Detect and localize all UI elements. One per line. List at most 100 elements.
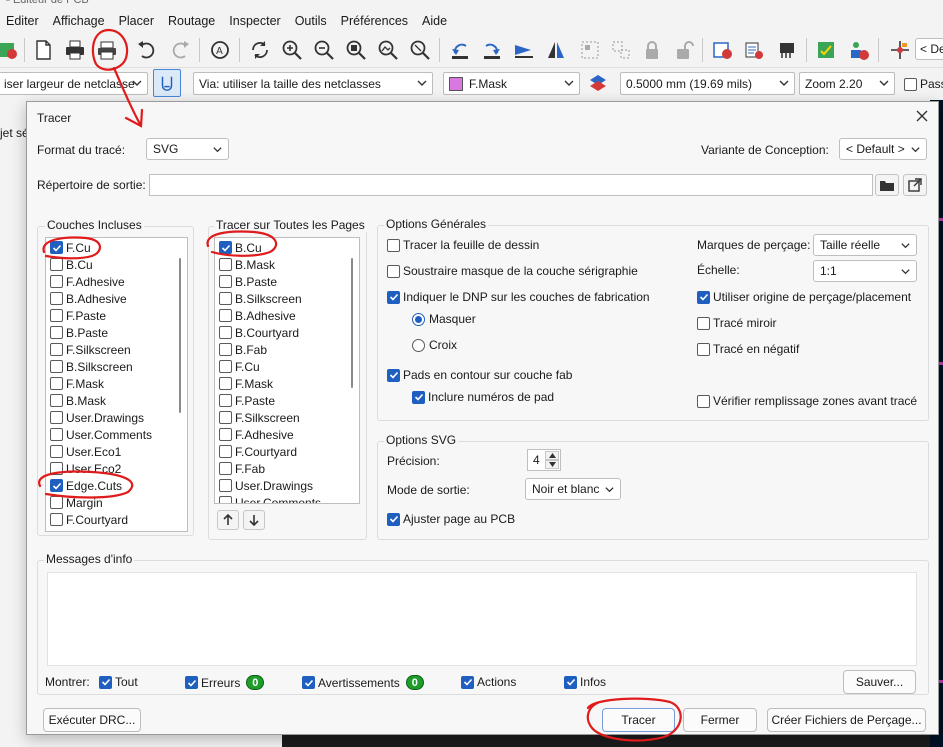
plot-icon[interactable] xyxy=(93,36,121,64)
radio-selected[interactable] xyxy=(412,312,425,326)
zoom-selection-icon[interactable] xyxy=(406,36,434,64)
zoom-in-icon[interactable] xyxy=(278,36,306,64)
negative-option[interactable]: Tracé en négatif xyxy=(697,342,799,356)
checkbox[interactable] xyxy=(50,309,63,322)
layer-list-item[interactable]: Edge.Cuts xyxy=(50,477,122,494)
filter-all[interactable]: Tout xyxy=(99,675,138,689)
rotate-cw-icon[interactable] xyxy=(478,36,506,64)
grid-select[interactable]: 0.5000 mm (19.69 mils) xyxy=(620,72,795,95)
checkbox[interactable] xyxy=(387,264,400,278)
board-setup-icon[interactable] xyxy=(0,36,22,64)
checkbox-checked[interactable] xyxy=(50,241,63,254)
checkbox[interactable] xyxy=(219,445,232,458)
zoom-fit-icon[interactable] xyxy=(342,36,370,64)
mirror-icon[interactable] xyxy=(542,36,570,64)
checkbox[interactable] xyxy=(219,428,232,441)
pad-outline-option[interactable]: Pads en contour sur couche fab xyxy=(387,368,572,382)
right-tab[interactable]: < De xyxy=(915,38,943,60)
layer-list-item[interactable]: B.Adhesive xyxy=(50,290,127,307)
lock-icon[interactable] xyxy=(638,36,666,64)
output-dir-input[interactable] xyxy=(149,174,873,196)
checkbox[interactable] xyxy=(219,326,232,339)
layer-list-item[interactable]: B.Mask xyxy=(219,256,275,273)
layer-list-item[interactable]: User.Eco1 xyxy=(50,443,121,460)
layer-list-item[interactable]: B.Mask xyxy=(50,392,106,409)
open-folder-button[interactable] xyxy=(903,174,927,196)
layer-list-item[interactable]: F.Paste xyxy=(219,392,275,409)
checkbox[interactable] xyxy=(50,445,63,458)
footprint-editor-icon[interactable] xyxy=(773,36,801,64)
layer-list-item[interactable]: F.Courtyard xyxy=(50,511,128,528)
checkbox[interactable] xyxy=(219,479,232,492)
scrollbar-thumb[interactable] xyxy=(351,258,353,388)
checkbox[interactable] xyxy=(219,292,232,305)
checkbox-checked[interactable] xyxy=(387,290,400,304)
run-drc-button[interactable]: Exécuter DRC... xyxy=(43,708,141,732)
layer-list-item[interactable]: User.Drawings xyxy=(50,409,144,426)
checkbox[interactable] xyxy=(50,428,63,441)
menu-routage[interactable]: Routage xyxy=(168,14,215,28)
check-zone-fill-option[interactable]: Vérifier remplissage zones avant tracé xyxy=(697,394,917,408)
checkbox[interactable] xyxy=(50,394,63,407)
close-icon[interactable] xyxy=(914,108,930,124)
checkbox[interactable] xyxy=(50,377,63,390)
filter-warnings[interactable]: Avertissements 0 xyxy=(302,675,424,690)
checkbox[interactable] xyxy=(50,513,63,526)
subtract-mask-option[interactable]: Soustraire masque de la couche sérigraph… xyxy=(387,264,638,278)
plot-button[interactable]: Tracer xyxy=(602,708,675,732)
layer-list-item[interactable]: B.Paste xyxy=(219,273,277,290)
drc-icon[interactable] xyxy=(812,36,840,64)
menu-affichage[interactable]: Affichage xyxy=(53,14,105,28)
scrollbar[interactable] xyxy=(349,240,355,492)
checkbox[interactable] xyxy=(219,360,232,373)
checkbox[interactable] xyxy=(219,462,232,475)
menu-aide[interactable]: Aide xyxy=(422,14,447,28)
refresh-icon[interactable] xyxy=(246,36,274,64)
track-width-select[interactable]: iser largeur de netclasse xyxy=(0,72,148,95)
scale-select[interactable]: 1:1 xyxy=(813,260,917,282)
find-icon[interactable]: A xyxy=(206,36,234,64)
layer-list-item[interactable]: B.Courtyard xyxy=(219,324,299,341)
layer-list-item[interactable]: F.Fab xyxy=(219,460,265,477)
layer-select[interactable]: F.Mask xyxy=(443,72,580,95)
design-check-icon[interactable] xyxy=(845,36,873,64)
checkbox-checked[interactable] xyxy=(99,675,112,689)
checkbox[interactable] xyxy=(697,342,710,356)
ungroup-icon[interactable] xyxy=(607,36,635,64)
variant-select[interactable]: < Default > xyxy=(839,138,927,160)
checkbox-checked[interactable] xyxy=(697,290,710,304)
rotate-ccw-icon[interactable] xyxy=(446,36,474,64)
layer-list-item[interactable]: User.Drawings xyxy=(219,477,313,494)
menu-outils[interactable]: Outils xyxy=(295,14,327,28)
scripting-icon[interactable] xyxy=(886,36,914,64)
checkbox[interactable] xyxy=(219,343,232,356)
use-aux-origin-option[interactable]: Utiliser origine de perçage/placement xyxy=(697,290,911,304)
checkbox[interactable] xyxy=(50,411,63,424)
output-mode-select[interactable]: Noir et blanc xyxy=(525,478,621,500)
format-select[interactable]: SVG xyxy=(146,138,229,160)
layer-list-item[interactable]: F.Silkscreen xyxy=(50,341,131,358)
hide-radio[interactable]: Masquer xyxy=(412,312,476,326)
zoom-out-icon[interactable] xyxy=(310,36,338,64)
pass-checkbox-box[interactable] xyxy=(904,77,917,91)
pad-numbers-option[interactable]: Inclure numéros de pad xyxy=(412,390,554,404)
close-button[interactable]: Fermer xyxy=(683,708,757,732)
included-layers-list[interactable]: F.Cu B.Cu F.Adhesive B.Adhesive F.Paste B.Pas… xyxy=(45,237,188,532)
layer-list-item[interactable]: B.Fab xyxy=(219,341,267,358)
precision-spinner[interactable]: 4 xyxy=(527,449,561,471)
checkbox[interactable] xyxy=(219,258,232,271)
scrollbar-thumb[interactable] xyxy=(179,258,181,413)
move-up-button[interactable] xyxy=(217,510,239,530)
drill-marks-select[interactable]: Taille réelle xyxy=(813,234,917,256)
checkbox[interactable] xyxy=(697,394,710,408)
checkbox-checked[interactable] xyxy=(185,676,198,689)
flip-icon[interactable] xyxy=(510,36,538,64)
checkbox[interactable] xyxy=(50,275,63,288)
checkbox[interactable] xyxy=(50,326,63,339)
layer-list-item[interactable]: User.Comments xyxy=(219,494,321,503)
checkbox-checked[interactable] xyxy=(219,241,232,254)
checkbox[interactable] xyxy=(219,394,232,407)
checkbox[interactable] xyxy=(50,360,63,373)
fit-page-option[interactable]: Ajuster page au PCB xyxy=(387,512,515,526)
checkbox[interactable] xyxy=(219,275,232,288)
